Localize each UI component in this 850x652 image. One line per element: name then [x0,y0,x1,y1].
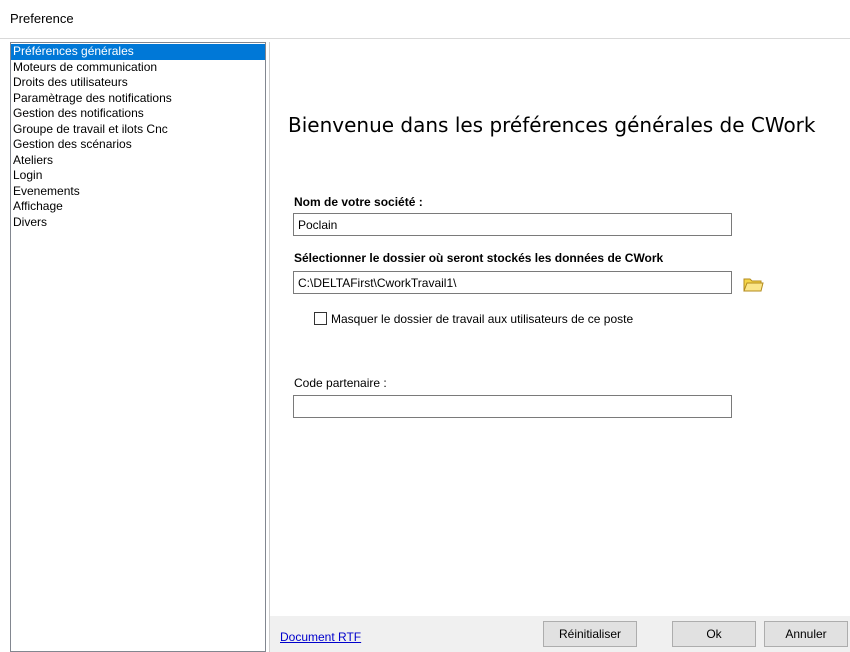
partner-code-label: Code partenaire : [294,376,387,390]
ok-button[interactable]: Ok [672,621,756,647]
folder-browse-icon[interactable] [742,274,764,294]
nav-item-gestion-notifications[interactable]: Gestion des notifications [11,106,265,122]
nav-item-gestion-scenarios[interactable]: Gestion des scénarios [11,137,265,153]
nav-item-preferences-generales[interactable]: Préférences générales [11,44,265,60]
title-bar: Preference [0,0,850,39]
hide-folder-checkbox[interactable] [314,312,327,325]
company-name-input[interactable] [293,213,732,236]
nav-item-ateliers[interactable]: Ateliers [11,153,265,169]
page-title: Bienvenue dans les préférences générales… [288,113,816,137]
hide-folder-label: Masquer le dossier de travail aux utilis… [331,312,634,326]
nav-item-groupe-travail[interactable]: Groupe de travail et ilots Cnc [11,122,265,138]
preferences-nav-list[interactable]: Préférences générales Moteurs de communi… [10,42,266,652]
window-title: Preference [10,11,74,26]
nav-item-moteurs-communication[interactable]: Moteurs de communication [11,60,265,76]
nav-item-login[interactable]: Login [11,168,265,184]
nav-item-divers[interactable]: Divers [11,215,265,231]
data-folder-label: Sélectionner le dossier où seront stocké… [294,251,664,265]
nav-item-affichage[interactable]: Affichage [11,199,265,215]
footer-bar: Document RTF Réinitialiser Ok Annuler [270,616,850,652]
reset-button[interactable]: Réinitialiser [543,621,637,647]
settings-panel: Bienvenue dans les préférences générales… [269,42,850,652]
partner-code-input[interactable] [293,395,732,418]
document-rtf-link[interactable]: Document RTF [280,630,361,644]
nav-item-parametrage-notifications[interactable]: Paramètrage des notifications [11,91,265,107]
data-folder-input[interactable] [293,271,732,294]
nav-item-evenements[interactable]: Evenements [11,184,265,200]
nav-item-droits-utilisateurs[interactable]: Droits des utilisateurs [11,75,265,91]
company-name-label: Nom de votre société : [294,195,423,209]
cancel-button[interactable]: Annuler [764,621,848,647]
